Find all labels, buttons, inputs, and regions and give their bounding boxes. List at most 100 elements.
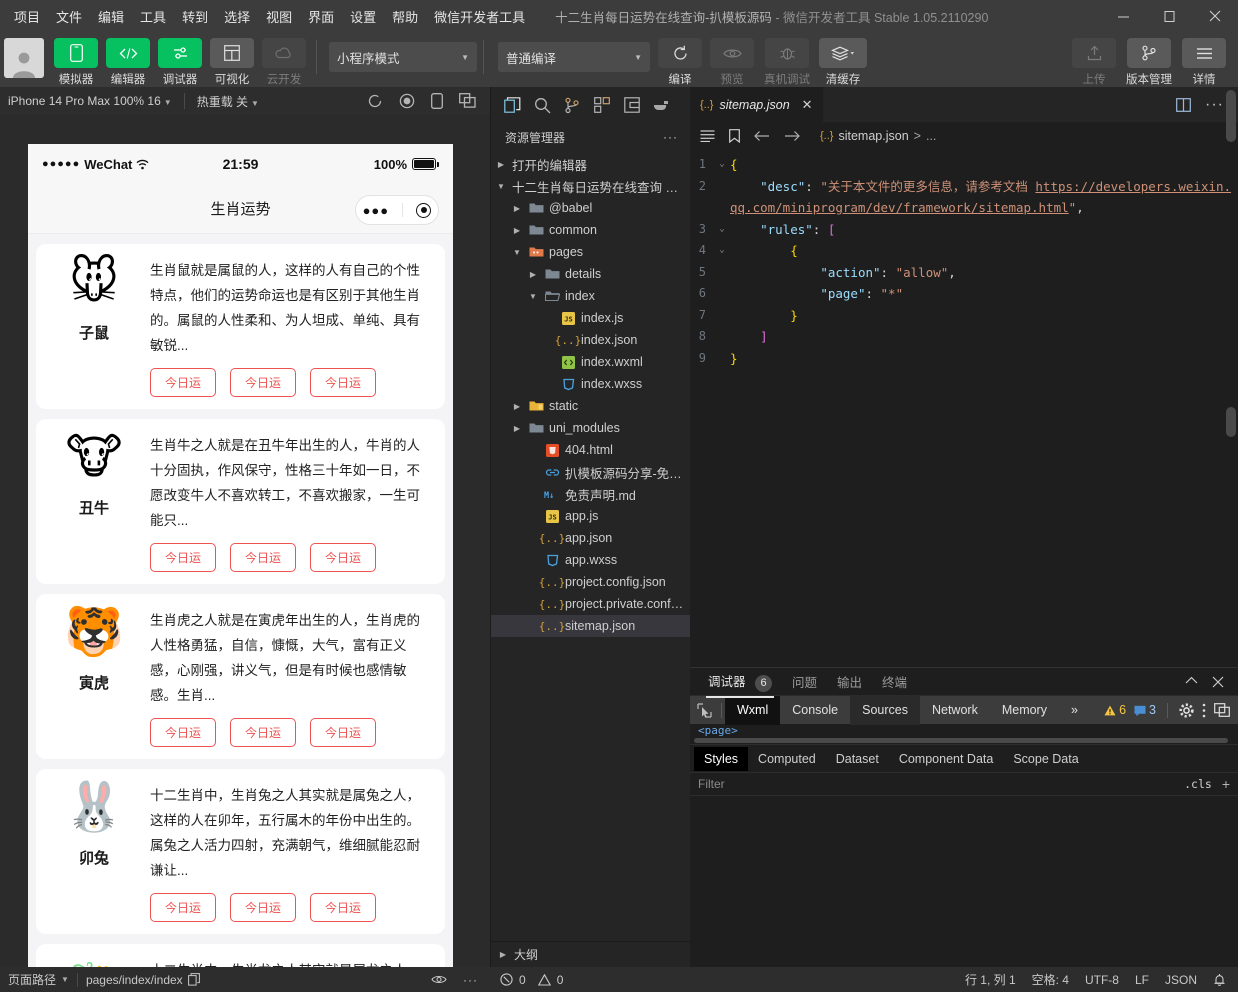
close-icon[interactable]: ✕ xyxy=(802,97,813,113)
editor-tab-sitemap[interactable]: {..} sitemap.json ✕ xyxy=(690,87,824,122)
code-line[interactable]: 8 ] xyxy=(690,326,1238,348)
zodiac-card[interactable]: 🐯 寅虎 生肖虎之人就是在寅虎年出生的人，生肖虎的人性格勇猛，自信，慷慨，大气，… xyxy=(36,594,445,759)
tree-file-row[interactable]: {..} index.json xyxy=(491,329,690,351)
menu-item-devtools[interactable]: 微信开发者工具 xyxy=(426,3,533,30)
cursor-position[interactable]: 行 1, 列 1 xyxy=(965,971,1016,988)
today-luck-button[interactable]: 今日运 xyxy=(230,718,297,747)
page-path-select[interactable]: 页面路径 ▼ xyxy=(0,971,77,988)
today-luck-button[interactable]: 今日运 xyxy=(150,368,217,397)
version-control-button[interactable]: 版本管理 xyxy=(1120,32,1178,87)
today-luck-button[interactable]: 今日运 xyxy=(230,543,297,572)
compile-select[interactable]: 普通编译 ▼ xyxy=(498,42,650,72)
tab-output[interactable]: 输出 xyxy=(827,668,872,695)
styles-tab-styles[interactable]: Styles xyxy=(694,746,749,771)
menu-item-settings[interactable]: 设置 xyxy=(342,3,384,30)
warning-icon[interactable] xyxy=(537,973,551,986)
wechat-capsule[interactable]: ●●● xyxy=(355,195,439,225)
maximize-button[interactable] xyxy=(1146,0,1192,32)
fold-chevron-icon[interactable]: ⌄ xyxy=(714,240,730,262)
files-icon[interactable] xyxy=(497,90,527,120)
tree-file-row[interactable]: 404.html xyxy=(491,439,690,461)
tree-folder-row[interactable]: ▶ common xyxy=(491,219,690,241)
tree-folder-row[interactable]: ▶ 打开的编辑器 xyxy=(491,153,690,175)
devtools-tab-overflow[interactable]: » xyxy=(1059,696,1090,725)
today-luck-button[interactable]: 今日运 xyxy=(310,718,377,747)
zodiac-card[interactable]: 🐭 子鼠 生肖鼠就是属鼠的人，这样的人有自己的个性特点，他们的运势命运也是有区别… xyxy=(36,244,445,409)
tab-terminal[interactable]: 终端 xyxy=(872,668,917,695)
dock-side-icon[interactable] xyxy=(1214,703,1230,717)
zodiac-card[interactable]: 🐰 卯兔 十二生肖中，生肖兔之人其实就是属兔之人，这样的人在卯年，五行属木的年份… xyxy=(36,769,445,934)
extensions-icon[interactable] xyxy=(587,90,617,120)
today-luck-button[interactable]: 今日运 xyxy=(150,718,217,747)
chevron-right-icon[interactable]: ▶ xyxy=(495,160,507,169)
close-icon[interactable] xyxy=(1212,676,1224,688)
zodiac-card[interactable]: 🐮 丑牛 生肖牛之人就是在丑牛年出生的人，牛肖的人十分固执，作风保守，性格三十年… xyxy=(36,419,445,584)
tree-file-row[interactable]: {..}project.private.config.js... xyxy=(491,593,690,615)
hot-reload-select[interactable]: 热重载 关 ▼ xyxy=(189,93,267,110)
tree-file-row[interactable]: index.wxss xyxy=(491,373,690,395)
device-select[interactable]: iPhone 14 Pro Max 100% 16 ▼ xyxy=(0,94,180,108)
code-editor[interactable]: 1 ⌄{2 "desc": "关于本文件的更多信息，请参考文档 https://d… xyxy=(690,150,1238,369)
menu-item-help[interactable]: 帮助 xyxy=(384,3,426,30)
device-frame-icon[interactable] xyxy=(431,93,443,109)
details-button[interactable]: 详情 xyxy=(1178,32,1230,87)
visual-button[interactable]: 可视化 xyxy=(206,32,258,87)
menu-item-goto[interactable]: 转到 xyxy=(174,3,216,30)
tree-file-row[interactable]: {..} project.config.json xyxy=(491,571,690,593)
editor-button[interactable]: 编辑器 xyxy=(102,32,154,87)
encoding-setting[interactable]: UTF-8 xyxy=(1085,973,1119,987)
code-line[interactable]: 7 } xyxy=(690,305,1238,327)
chevron-down-icon[interactable]: ▼ xyxy=(511,248,523,257)
chevron-down-icon[interactable]: ▼ xyxy=(527,292,539,301)
tree-file-row[interactable]: JS app.js xyxy=(491,505,690,527)
code-line[interactable]: 9} xyxy=(690,348,1238,370)
preview-button[interactable]: 预览 xyxy=(706,32,758,87)
detach-window-icon[interactable] xyxy=(459,93,476,109)
close-button[interactable] xyxy=(1192,0,1238,32)
search-icon[interactable] xyxy=(527,90,557,120)
code-line[interactable]: 6 "page": "*" xyxy=(690,283,1238,305)
capsule-close-icon[interactable] xyxy=(416,202,432,218)
today-luck-button[interactable]: 今日运 xyxy=(310,368,377,397)
record-icon[interactable] xyxy=(399,93,415,109)
code-line[interactable]: 1 ⌄{ xyxy=(690,154,1238,176)
tree-folder-row[interactable]: ▶ @babel xyxy=(491,197,690,219)
code-line[interactable]: 3 ⌄ "rules": [ xyxy=(690,219,1238,241)
outline-section[interactable]: ▶ 大纲 xyxy=(491,941,691,967)
debug-console-icon[interactable] xyxy=(617,90,647,120)
code-line[interactable]: 2 "desc": "关于本文件的更多信息，请参考文档 https://deve… xyxy=(690,176,1238,219)
menu-item-edit[interactable]: 编辑 xyxy=(90,3,132,30)
tree-file-row[interactable]: JS index.js xyxy=(491,307,690,329)
filter-input[interactable]: Filter xyxy=(698,777,725,791)
today-luck-button[interactable]: 今日运 xyxy=(310,893,377,922)
cloud-button[interactable]: 云开发 xyxy=(258,32,310,87)
copy-icon[interactable] xyxy=(187,973,200,986)
warning-badge[interactable]: 6 xyxy=(1104,703,1126,717)
language-mode[interactable]: JSON xyxy=(1165,973,1197,987)
cls-button[interactable]: .cls xyxy=(1184,777,1222,791)
breadcrumb-path[interactable]: {..} sitemap.json > ... xyxy=(820,129,936,143)
tree-folder-row[interactable]: ▼ 十二生肖每日运势在线查询 微信小... xyxy=(491,175,690,197)
outline-list-icon[interactable] xyxy=(700,130,715,142)
chevron-up-icon[interactable] xyxy=(1185,676,1198,688)
chevron-down-icon[interactable]: ▼ xyxy=(495,182,507,191)
docker-icon[interactable] xyxy=(647,90,677,120)
tree-file-row[interactable]: {..} sitemap.json xyxy=(491,615,690,637)
more-icon[interactable]: ··· xyxy=(463,973,478,987)
styles-tab-computed[interactable]: Computed xyxy=(748,747,826,771)
breadcrumb-more[interactable]: ... xyxy=(926,129,936,143)
chevron-right-icon[interactable]: ▶ xyxy=(511,424,523,433)
menu-item-view[interactable]: 视图 xyxy=(258,3,300,30)
simulator-button[interactable]: 模拟器 xyxy=(50,32,102,87)
error-icon[interactable] xyxy=(500,973,513,986)
today-luck-button[interactable]: 今日运 xyxy=(150,543,217,572)
editor-scrollbar[interactable] xyxy=(1226,90,1236,142)
chevron-right-icon[interactable]: ▶ xyxy=(527,270,539,279)
gear-icon[interactable] xyxy=(1179,702,1194,718)
devtools-tab-wxml[interactable]: Wxml xyxy=(725,695,781,725)
clear-cache-button[interactable]: 清缓存 xyxy=(816,32,870,87)
menu-item-interface[interactable]: 界面 xyxy=(300,3,342,30)
tree-folder-row[interactable]: ▼ index xyxy=(491,285,690,307)
tab-debugger[interactable]: 调试器 6 xyxy=(698,667,782,698)
page-path-value-group[interactable]: pages/index/index xyxy=(78,973,208,987)
